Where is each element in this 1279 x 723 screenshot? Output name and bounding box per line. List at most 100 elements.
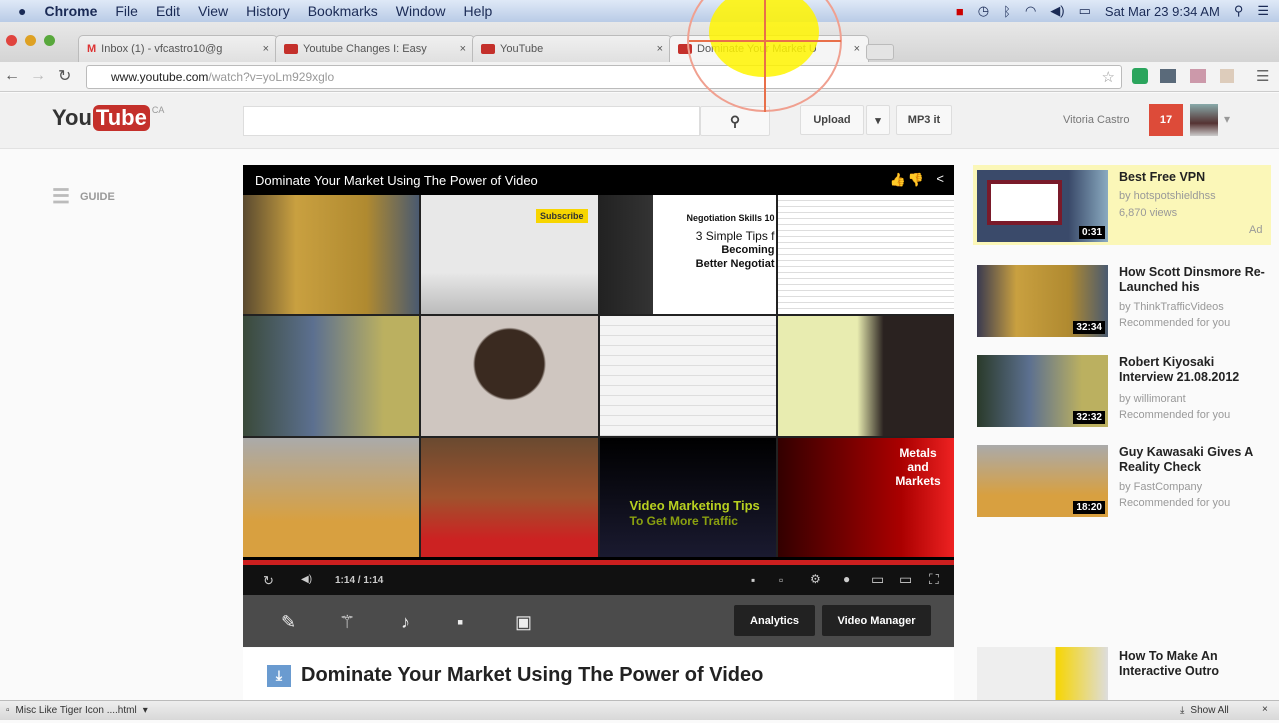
apple-icon[interactable]: ●	[18, 3, 26, 19]
battery-icon[interactable]: ▭	[1079, 3, 1091, 19]
bookmark-star-icon[interactable]: ☆	[1102, 68, 1115, 86]
video-thumbnail[interactable]: 0:31	[977, 170, 1108, 242]
volume-icon[interactable]: ◀)	[301, 574, 312, 585]
back-icon[interactable]: ←	[4, 67, 20, 85]
frame-subscribe: Subscribe	[421, 195, 598, 315]
frame-metals-markets: Metals and Markets	[777, 437, 954, 557]
tab-youtube[interactable]: YouTube ×	[472, 35, 672, 62]
captions-icon[interactable]: ▫	[779, 573, 783, 587]
menu-history[interactable]: History	[246, 3, 290, 19]
audio-music-icon[interactable]: ♪	[401, 612, 410, 633]
menu-chrome[interactable]: Chrome	[44, 3, 97, 19]
extension-icon[interactable]	[1220, 69, 1234, 83]
analytics-button[interactable]: Analytics	[734, 605, 815, 636]
search-button[interactable]: ⚲	[700, 106, 770, 136]
sidebar-video-item[interactable]: 0:31 Best Free VPN by hotspotshieldhss 6…	[977, 168, 1272, 246]
mp3-button[interactable]: MP3 it	[896, 105, 952, 135]
reload-icon[interactable]: ↻	[58, 66, 71, 86]
watch-later-icon[interactable]: ●	[843, 572, 850, 586]
video-player[interactable]: Dominate Your Market Using The Power of …	[243, 165, 954, 647]
menu-bookmarks[interactable]: Bookmarks	[308, 3, 378, 19]
tab-close-icon[interactable]: ×	[263, 43, 269, 55]
captions-add-icon[interactable]: ▣	[515, 612, 532, 633]
show-all-button[interactable]: ⤓ Show All	[1180, 705, 1229, 716]
tab-strip: M Inbox (1) - vfcastro10@g × Youtube Chang…	[0, 22, 1279, 62]
dislike-icon[interactable]: 👎	[908, 172, 924, 188]
volume-icon[interactable]: ◀)	[1050, 3, 1064, 19]
bluetooth-icon[interactable]: ᛒ	[1003, 4, 1011, 19]
address-bar[interactable]: www.youtube.com/watch?v=yoLm929xglo ☆	[86, 65, 1122, 89]
replay-icon[interactable]: ↻	[263, 573, 274, 589]
chevron-down-icon[interactable]: ▾	[1224, 112, 1230, 126]
record-icon[interactable]: ■	[956, 4, 964, 19]
download-item[interactable]: ▫ Misc Like Tiger Icon ....html ▾	[6, 705, 148, 716]
frame-spreadsheet	[777, 195, 954, 315]
settings-icon[interactable]: ⚙	[810, 572, 821, 586]
sidebar-video-item[interactable]: 18:20 Guy Kawasaki Gives A Reality Check…	[977, 443, 1272, 521]
video-title: ⤓ Dominate Your Market Using The Power o…	[267, 664, 763, 687]
video-thumbnail[interactable]: 32:32	[977, 355, 1108, 427]
enhance-wand-icon[interactable]: ⚚	[339, 612, 355, 633]
video-collage: Subscribe Negotiation Skills 10 3 Simple…	[243, 195, 954, 557]
menu-edit[interactable]: Edit	[156, 3, 180, 19]
upload-button[interactable]: Upload	[800, 105, 864, 135]
tab-close-icon[interactable]: ×	[657, 43, 663, 55]
edit-pencil-icon[interactable]: ✎	[281, 612, 296, 633]
sidebar-video-item[interactable]: 32:34 How Scott Dinsmore Re-Launched his…	[977, 263, 1272, 341]
file-icon: ▫	[6, 705, 10, 716]
share-icon[interactable]: <	[936, 171, 944, 186]
extension-icon[interactable]	[1190, 69, 1206, 83]
annotations-icon[interactable]: ▪	[751, 573, 755, 587]
video-thumbnail[interactable]: 32:34	[977, 265, 1108, 337]
tab-dominate-market[interactable]: Dominate Your Market U ×	[669, 35, 869, 62]
youtube-favicon	[678, 44, 692, 54]
tab-close-icon[interactable]: ×	[460, 43, 466, 55]
tab-gmail[interactable]: M Inbox (1) - vfcastro10@g ×	[78, 35, 278, 62]
like-icon[interactable]: 👍	[890, 172, 906, 188]
clock-text[interactable]: Sat Mar 23 9:34 AM	[1105, 4, 1220, 19]
youtube-logo[interactable]: You Tube CA	[52, 105, 164, 131]
fullscreen-icon[interactable]: ⛶	[929, 571, 939, 588]
close-window-button[interactable]	[6, 35, 17, 46]
status-tray: ■ ◷ ᛒ ◠ ◀) ▭ Sat Mar 23 9:34 AM ⚲ ☰	[956, 0, 1269, 22]
user-name[interactable]: Vitoria Castro	[1063, 114, 1129, 126]
sidebar-video-item[interactable]: 32:32 Robert Kiyosaki Interview 21.08.20…	[977, 353, 1272, 431]
download-icon[interactable]: ⤓	[267, 664, 291, 687]
hamburger-icon: ☰	[52, 186, 70, 208]
chevron-down-icon: ▾	[875, 114, 881, 127]
avatar[interactable]	[1190, 104, 1218, 136]
zoom-window-button[interactable]	[44, 35, 55, 46]
menu-view[interactable]: View	[198, 3, 228, 19]
menu-help[interactable]: Help	[464, 3, 493, 19]
chrome-menu-icon[interactable]: ☰	[1256, 67, 1269, 85]
chevron-down-icon[interactable]: ▾	[143, 705, 148, 716]
guide-button[interactable]: ☰ GUIDE	[52, 184, 115, 209]
upload-dropdown-button[interactable]: ▾	[866, 105, 890, 135]
annotations-add-icon[interactable]: ▪	[457, 612, 463, 633]
notification-badge[interactable]: 17	[1149, 104, 1183, 136]
tab-youtube-changes[interactable]: Youtube Changes I: Easy ×	[275, 35, 475, 62]
wifi-icon[interactable]: ◠	[1025, 3, 1036, 19]
minimize-window-button[interactable]	[25, 35, 36, 46]
small-player-icon[interactable]: ▭	[871, 571, 884, 588]
new-tab-button[interactable]	[866, 44, 894, 60]
clock-icon[interactable]: ◷	[978, 3, 989, 19]
frame-video-marketing: Video Marketing Tips To Get More Traffic	[599, 437, 776, 557]
extension-sync-icon[interactable]	[1132, 68, 1148, 84]
menu-file[interactable]: File	[115, 3, 138, 19]
frame-bookshelf	[421, 437, 598, 557]
notification-center-icon[interactable]: ☰	[1257, 3, 1269, 19]
youtube-header: You Tube CA ⚲ Upload ▾ MP3 it Vitoria Ca…	[0, 93, 1279, 149]
spotlight-icon[interactable]: ⚲	[1234, 3, 1244, 19]
mac-menu-bar: ● Chrome File Edit View History Bookmark…	[0, 0, 1279, 22]
large-player-icon[interactable]: ▭	[899, 571, 912, 588]
close-icon[interactable]: ×	[1262, 704, 1268, 715]
forward-icon[interactable]: →	[30, 67, 46, 85]
player-title: Dominate Your Market Using The Power of …	[255, 171, 944, 188]
search-input[interactable]	[243, 106, 700, 136]
video-manager-button[interactable]: Video Manager	[822, 605, 931, 636]
video-thumbnail[interactable]: 18:20	[977, 445, 1108, 517]
tab-close-icon[interactable]: ×	[854, 43, 860, 55]
menu-window[interactable]: Window	[396, 3, 446, 19]
extension-icon[interactable]	[1160, 69, 1176, 83]
